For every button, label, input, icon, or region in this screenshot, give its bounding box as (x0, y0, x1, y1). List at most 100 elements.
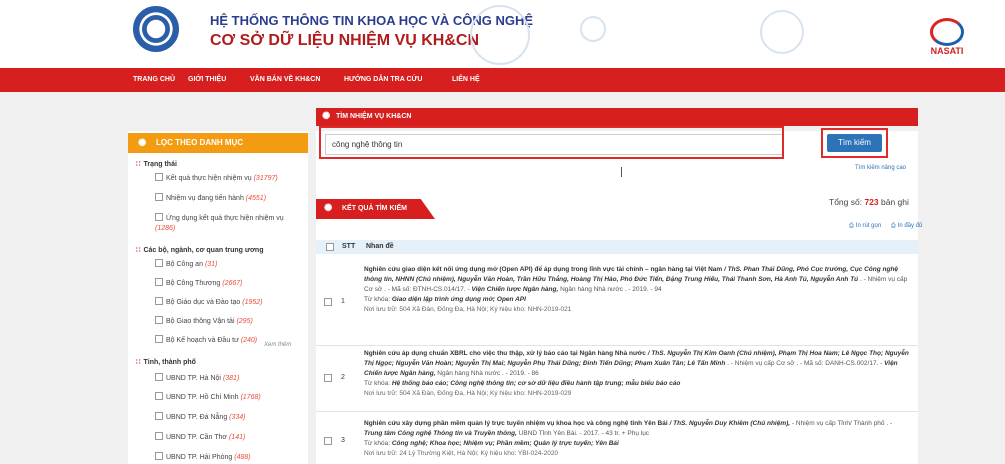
filter-option[interactable]: UBND TP. Hải Phòng (488) (155, 452, 305, 463)
filter-option[interactable]: Ứng dụng kết quả thực hiện nhiệm vụ (128… (155, 213, 300, 234)
table-row: 1 Nghiên cứu giao diện kết nối ứng dụng … (316, 256, 918, 346)
record-meta2: UBND Tỉnh Yên Bái. - 2017. - 43 tr. + Ph… (518, 430, 650, 437)
option-label: Bộ Công Thương (166, 280, 221, 287)
filter-option[interactable]: Bộ Công an (31) (155, 259, 305, 270)
bullet-icon: ∷ (136, 161, 141, 168)
checkbox[interactable] (155, 316, 163, 324)
checkbox[interactable] (155, 392, 163, 400)
checkbox[interactable] (155, 373, 163, 381)
checkbox[interactable] (155, 452, 163, 460)
filter-option[interactable]: Bộ Giáo dục và Đào tạo (1952) (155, 297, 305, 308)
record-title-link[interactable]: Nghiên cứu xây dựng phần mềm quản lý trự… (364, 420, 668, 427)
page: HỆ THỐNG THÔNG TIN KHOA HỌC VÀ CÔNG NGHỆ… (0, 0, 1005, 464)
bullet-icon: ∷ (136, 247, 141, 254)
row-checkbox[interactable] (324, 374, 332, 382)
option-count: (240) (240, 337, 258, 344)
option-count: (31797) (253, 175, 278, 182)
checkbox[interactable] (155, 193, 163, 201)
print-short-link[interactable]: In rút gọn (856, 223, 881, 229)
group-label: Trạng thái (143, 161, 177, 168)
site-header: HỆ THỐNG THÔNG TIN KHOA HỌC VÀ CÔNG NGHỆ… (0, 0, 1005, 68)
option-count: (1286) (155, 225, 176, 232)
option-count: (295) (236, 318, 253, 325)
results-heading: ✺ KẾT QUẢ TÌM KIẾM (316, 199, 435, 219)
option-count: (1768) (240, 394, 261, 401)
record-storage: Nơi lưu trữ: 24 Lý Thường Kiệt, Hà Nội; … (364, 450, 559, 457)
highlight-box (821, 128, 888, 158)
total-unit: bản ghi (881, 197, 909, 207)
option-label: UBND TP. Đà Nẵng (166, 414, 228, 421)
row-checkbox[interactable] (324, 437, 332, 445)
option-label: Bộ Công an (166, 261, 203, 268)
nav-guide[interactable]: HƯỚNG DẪN TRA CỨU (344, 76, 422, 83)
row-content: Nghiên cứu giao diện kết nối ứng dụng mở… (364, 265, 909, 315)
table-row: 2 Nghiên cứu áp dụng chuẩn XBRL cho việc… (316, 346, 918, 412)
record-keywords: Công nghệ; Khoa học; Nhiệm vụ; Phần mềm;… (391, 440, 619, 447)
record-meta: - Nhiệm vụ cấp Tỉnh/ Thành phố . - (791, 420, 893, 427)
option-label: Bộ Giao thông Vận tải (166, 318, 235, 325)
checkbox[interactable] (155, 335, 163, 343)
ministry-logo[interactable] (133, 6, 179, 52)
record-title-link[interactable]: Nghiên cứu áp dụng chuẩn XBRL cho việc t… (364, 350, 646, 357)
record-storage: Nơi lưu trữ: 504 Xã Đàn, Đống Đa, Hà Nội… (364, 390, 572, 397)
highlight-box (319, 126, 784, 159)
record-storage: Nơi lưu trữ: 504 Xã Đàn, Đống Đa, Hà Nội… (364, 306, 572, 313)
header-subtitle: CƠ SỞ DỮ LIỆU NHIỆM VỤ KH&CN (210, 32, 480, 49)
search-heading-label: TÌM NHIỆM VỤ KH&CN (336, 113, 412, 120)
option-label: Bộ Kế hoạch và Đầu tư (166, 337, 239, 344)
option-count: (334) (229, 414, 246, 421)
option-count: (1952) (242, 299, 263, 306)
select-all-checkbox[interactable] (326, 243, 334, 251)
option-count: (2667) (222, 280, 243, 287)
nav-documents[interactable]: VĂN BẢN VỀ KH&CN (250, 76, 320, 83)
checkbox[interactable] (155, 278, 163, 286)
checkbox[interactable] (155, 432, 163, 440)
print-links: ⎙ In rút gọn ⎙ In đầy đủ (841, 223, 922, 230)
filter-option[interactable]: UBND TP. Hà Nội (381) (155, 373, 305, 384)
filter-option[interactable]: UBND TP. Hồ Chí Minh (1768) (155, 392, 305, 403)
row-checkbox[interactable] (324, 298, 332, 306)
advanced-search-link[interactable]: Tìm kiếm nâng cao (855, 165, 906, 171)
nasati-logo[interactable]: NASATI (922, 18, 972, 60)
globe-icon (930, 18, 964, 46)
row-number: 1 (341, 298, 345, 305)
nav-home[interactable]: TRANG CHỦ (133, 76, 175, 83)
filter-option[interactable]: Kết quả thực hiện nhiệm vụ (31797) (155, 173, 305, 184)
checkbox[interactable] (155, 412, 163, 420)
filter-option[interactable]: UBND TP. Đà Nẵng (334) (155, 412, 305, 423)
filter-heading-label: LỌC THEO DANH MỤC (156, 138, 244, 147)
col-title: Nhan đề (366, 243, 394, 250)
record-authors: / ThS. Nguyễn Duy Khiêm (Chủ nhiệm), (669, 420, 791, 427)
main-nav: TRANG CHỦ GIỚI THIỆU VĂN BẢN VỀ KH&CN HƯ… (0, 68, 1005, 92)
bullet-icon: ∷ (136, 359, 141, 366)
gear-icon: ✺ (324, 203, 333, 214)
option-label: UBND TP. Hải Phòng (166, 454, 233, 461)
row-number: 3 (341, 437, 345, 444)
checkbox[interactable] (155, 173, 163, 181)
option-count: (31) (204, 261, 218, 268)
total-value: 723 (864, 197, 879, 207)
print-full-link[interactable]: In đầy đủ (898, 223, 923, 229)
print-icon: ⎙ (890, 223, 896, 229)
checkbox[interactable] (155, 259, 163, 267)
filter-heading: ✺ LỌC THEO DANH MỤC (128, 133, 308, 153)
nav-about[interactable]: GIỚI THIỆU (188, 76, 226, 83)
record-title-link[interactable]: Nghiên cứu giao diện kết nối ứng dụng mở… (364, 266, 722, 273)
nav-contact[interactable]: LIÊN HỆ (452, 76, 480, 83)
keyword-label: Từ khóa: (364, 440, 391, 447)
results-table-header: STT Nhan đề (316, 240, 918, 254)
keyword-label: Từ khóa: (364, 296, 391, 303)
gear-icon: ✺ (322, 111, 331, 122)
filter-group-ministries: ∷ Các bộ, ngành, cơ quan trung ương (136, 246, 264, 254)
filter-option[interactable]: Nhiệm vụ đang tiến hành (4551) (155, 193, 305, 204)
filter-option[interactable]: UBND TP. Cần Thơ (141) (155, 432, 305, 443)
option-count: (488) (234, 454, 251, 461)
checkbox[interactable] (155, 213, 163, 221)
filter-option[interactable]: Bộ Công Thương (2667) (155, 278, 305, 289)
option-label: UBND TP. Hồ Chí Minh (166, 394, 239, 401)
filter-option[interactable]: Bộ Giao thông Vận tải (295) (155, 316, 305, 327)
group-label: Các bộ, ngành, cơ quan trung ương (143, 247, 264, 254)
see-more-link[interactable]: Xem thêm (264, 342, 291, 348)
checkbox[interactable] (155, 297, 163, 305)
decorative-circle (760, 10, 804, 54)
